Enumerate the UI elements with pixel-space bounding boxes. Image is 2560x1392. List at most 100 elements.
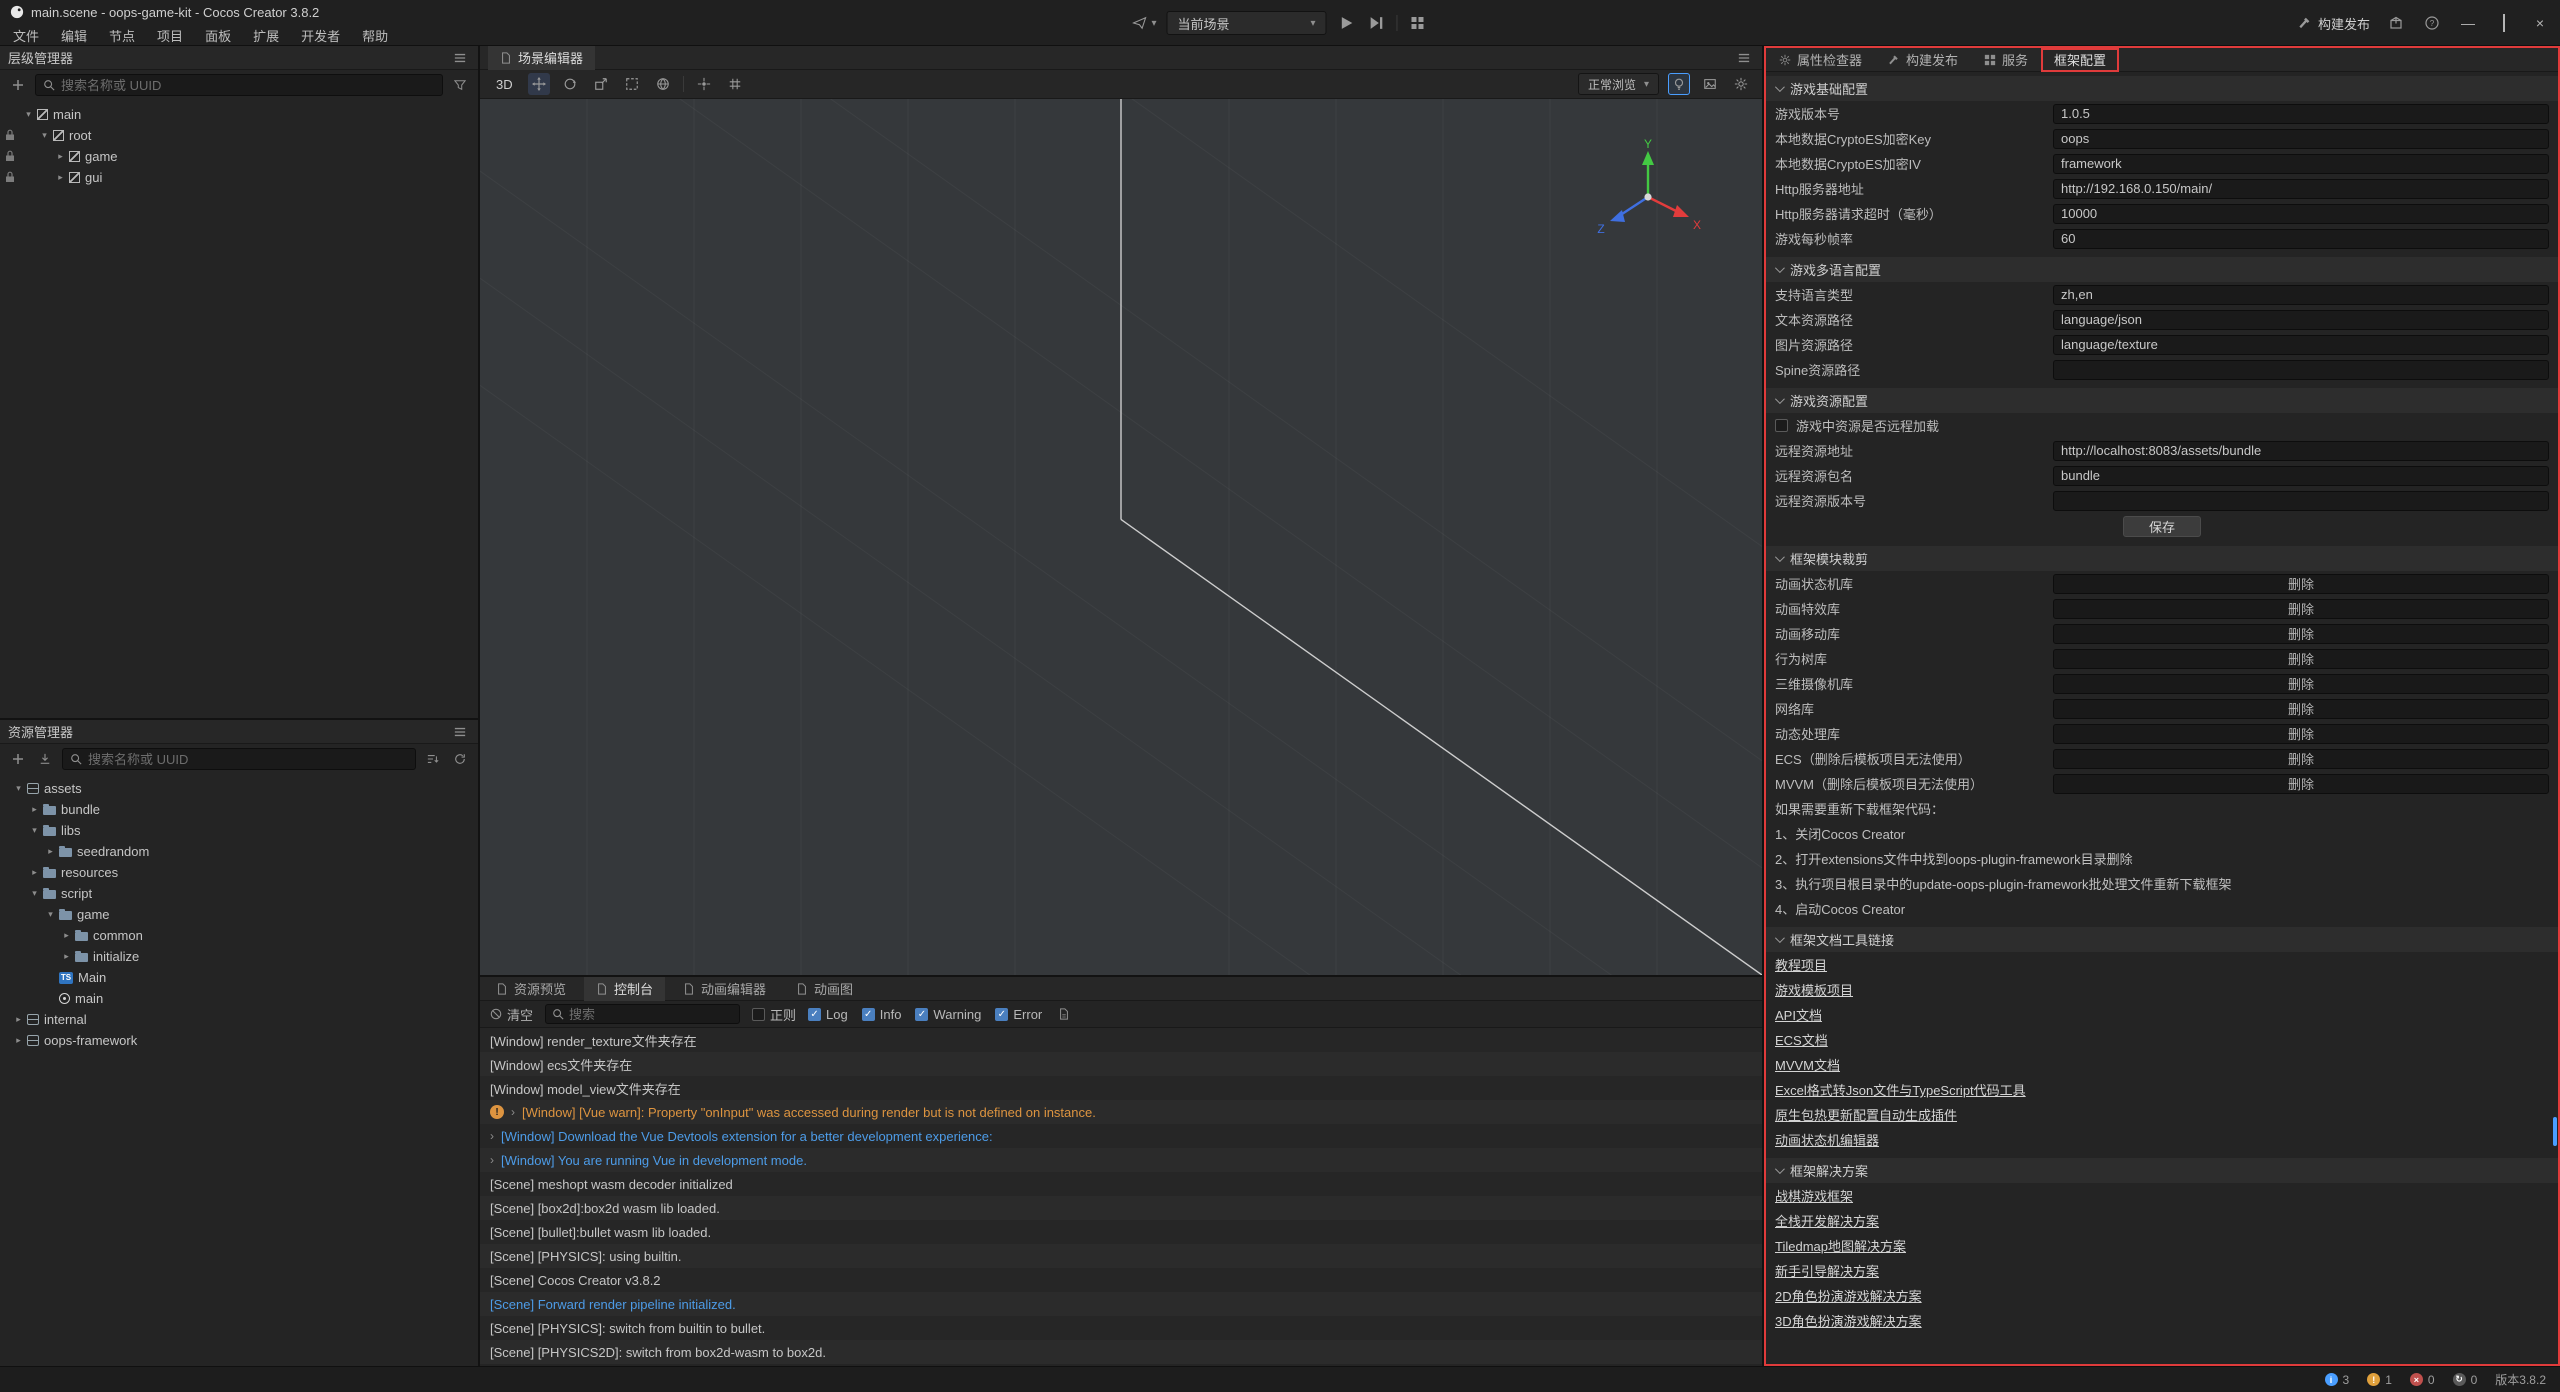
expand-arrow-icon[interactable]: ▸ (12, 1035, 25, 1046)
property-input-box[interactable] (2053, 466, 2549, 486)
asset-node[interactable]: ▸ oops-framework (0, 1030, 478, 1051)
preview-scene-select[interactable]: 当前场景 ▾ (1167, 11, 1327, 35)
hierarchy-search-box[interactable] (35, 74, 443, 96)
expand-arrow-icon[interactable]: ▾ (28, 888, 41, 899)
panel-menu-icon[interactable] (1734, 48, 1754, 68)
doc-link[interactable]: MVVM文档 (1775, 1055, 1840, 1074)
section-header-module-trim[interactable]: 框架模块裁剪 (1766, 546, 2558, 571)
menu-item[interactable]: 开发者 (290, 24, 351, 46)
expand-arrow-icon[interactable]: ▸ (12, 1014, 25, 1025)
expand-arrow-icon[interactable]: › (511, 1105, 515, 1119)
menu-item[interactable]: 扩展 (242, 24, 290, 46)
log-row[interactable]: ! › [Scene] meshopt wasm decoder initial… (480, 1172, 1762, 1196)
solution-link[interactable]: Tiledmap地图解决方案 (1775, 1236, 1906, 1255)
expand-arrow-icon[interactable]: ▸ (28, 804, 41, 815)
log-row[interactable]: ! › [Window] [Vue warn]: Property "onInp… (480, 1100, 1762, 1124)
section-header-doc-links[interactable]: 框架文档工具链接 (1766, 927, 2558, 952)
doc-link[interactable]: 游戏模板项目 (1775, 980, 1853, 999)
log-filter[interactable]: ✓ Log (808, 1007, 848, 1022)
extension-icon[interactable] (2386, 13, 2406, 33)
lock-icon[interactable] (5, 171, 15, 183)
hierarchy-node[interactable]: ▸ game (0, 146, 478, 167)
checkbox-icon[interactable] (1775, 419, 1788, 432)
delete-button[interactable]: 删除 (2053, 724, 2549, 744)
property-input-box[interactable] (2053, 335, 2549, 355)
property-input-box[interactable] (2053, 285, 2549, 305)
panel-menu-icon[interactable] (450, 722, 470, 742)
doc-link[interactable]: 动画状态机编辑器 (1775, 1130, 1879, 1149)
solution-link[interactable]: 全栈开发解决方案 (1775, 1211, 1879, 1230)
log-filter[interactable]: ✓ Info (862, 1007, 902, 1022)
add-node-button[interactable] (8, 75, 28, 95)
property-input[interactable] (2061, 131, 2541, 146)
scene-settings-gear-icon[interactable] (1730, 73, 1752, 95)
tab-scene-editor[interactable]: 场景编辑器 (488, 46, 595, 70)
clear-console-button[interactable]: 清空 (490, 1005, 533, 1024)
log-filter[interactable]: ✓ Warning (915, 1007, 981, 1022)
scrollbar-thumb[interactable] (2553, 1117, 2557, 1146)
expand-arrow-icon[interactable]: ▸ (54, 172, 67, 183)
rotate-tool-button[interactable] (559, 73, 581, 95)
transform-gizmo-button[interactable] (652, 73, 674, 95)
task-count[interactable]: ↻ 0 (2453, 1373, 2478, 1387)
property-input-box[interactable] (2053, 104, 2549, 124)
preview-target-button[interactable]: ▾ (1132, 16, 1156, 30)
log-row[interactable]: ! › [Window] You are running Vue in deve… (480, 1148, 1762, 1172)
property-input-box[interactable] (2053, 491, 2549, 511)
property-input-box[interactable] (2053, 229, 2549, 249)
error-count[interactable]: × 0 (2410, 1373, 2435, 1387)
expand-arrow-icon[interactable]: ▾ (22, 109, 35, 120)
property-input[interactable] (2061, 206, 2541, 221)
console-search-input[interactable] (569, 1007, 733, 1022)
delete-button[interactable]: 删除 (2053, 774, 2549, 794)
asset-node[interactable]: Main (0, 967, 478, 988)
console-tab[interactable]: 动画图 (784, 977, 865, 1001)
expand-arrow-icon[interactable]: ▸ (60, 930, 73, 941)
solution-link[interactable]: 新手引导解决方案 (1775, 1261, 1879, 1280)
log-row[interactable]: ! › [Scene] [PHYSICS2D]: switch from box… (480, 1340, 1762, 1364)
hierarchy-node[interactable]: ▾ root (0, 125, 478, 146)
asset-node[interactable]: ▸ initialize (0, 946, 478, 967)
assets-search-box[interactable] (62, 748, 416, 770)
doc-link[interactable]: Excel格式转Json文件与TypeScript代码工具 (1775, 1080, 2026, 1099)
hierarchy-node[interactable]: ▸ gui (0, 167, 478, 188)
property-input-box[interactable] (2053, 204, 2549, 224)
log-row[interactable]: ! › [Scene] [box2d]:box2d wasm lib loade… (480, 1196, 1762, 1220)
close-button[interactable]: × (2530, 15, 2550, 31)
section-header-solutions[interactable]: 框架解决方案 (1766, 1158, 2558, 1183)
asset-node[interactable]: ▾ game (0, 904, 478, 925)
maximize-button[interactable] (2494, 15, 2514, 31)
menu-item[interactable]: 帮助 (351, 24, 399, 46)
property-input-box[interactable] (2053, 310, 2549, 330)
hierarchy-search-input[interactable] (61, 78, 435, 93)
scene-viewport[interactable]: Y X Z (480, 99, 1762, 975)
checkbox-checked-icon[interactable]: ✓ (995, 1008, 1008, 1021)
doc-link[interactable]: 原生包热更新配置自动生成插件 (1775, 1105, 1957, 1124)
log-row[interactable]: ! › [Scene] Forward render pipeline init… (480, 1292, 1762, 1316)
menu-item[interactable]: 编辑 (50, 24, 98, 46)
doc-link[interactable]: ECS文档 (1775, 1030, 1828, 1049)
move-tool-button[interactable] (528, 73, 550, 95)
log-row[interactable]: ! › [Window] render_texture文件夹存在 (480, 1028, 1762, 1052)
log-row[interactable]: ! › [Scene] [PHYSICS]: switch from built… (480, 1316, 1762, 1340)
property-input-box[interactable] (2053, 179, 2549, 199)
assets-search-input[interactable] (88, 752, 408, 767)
section-header-resource-config[interactable]: 游戏资源配置 (1766, 388, 2558, 413)
property-input-box[interactable] (2053, 154, 2549, 174)
save-button[interactable]: 保存 (2123, 516, 2201, 537)
checkbox-icon[interactable] (752, 1008, 765, 1021)
layout-grid-button[interactable] (1408, 13, 1428, 33)
build-publish-button[interactable]: 构建发布 (2298, 14, 2370, 33)
expand-arrow-icon[interactable]: ▾ (28, 825, 41, 836)
property-input-box[interactable] (2053, 360, 2549, 380)
asset-node[interactable]: ▸ internal (0, 1009, 478, 1030)
warning-count[interactable]: ! 1 (2367, 1373, 2392, 1387)
refresh-icon[interactable] (450, 749, 470, 769)
step-button[interactable] (1367, 13, 1387, 33)
asset-node[interactable]: ▸ bundle (0, 799, 478, 820)
expand-arrow-icon[interactable]: ▾ (44, 909, 57, 920)
property-input[interactable] (2061, 362, 2541, 377)
section-header-language-config[interactable]: 游戏多语言配置 (1766, 257, 2558, 282)
info-count[interactable]: i 3 (2325, 1373, 2350, 1387)
expand-arrow-icon[interactable]: ▸ (60, 951, 73, 962)
